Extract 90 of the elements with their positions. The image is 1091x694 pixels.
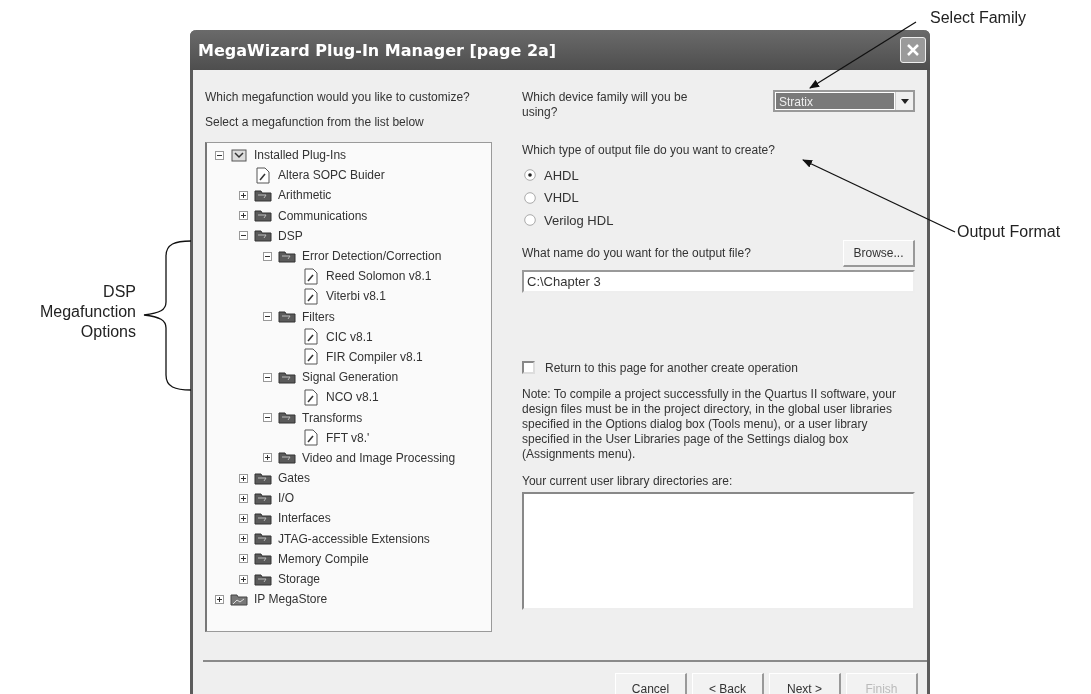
tree-item[interactable]: Viterbi v8.1 — [283, 286, 491, 307]
expand-icon[interactable] — [238, 473, 248, 483]
folder-icon — [254, 552, 272, 566]
folder-icon — [254, 532, 272, 546]
close-button[interactable] — [900, 37, 926, 63]
collapse-icon[interactable] — [214, 150, 224, 160]
tree-item[interactable]: Video and Image Processing — [259, 447, 491, 468]
tree-item[interactable]: JTAG-accessible Extensions — [235, 528, 491, 549]
document-icon — [303, 348, 319, 366]
document-icon — [303, 287, 319, 305]
window-title: MegaWizard Plug-In Manager [page 2a] — [198, 40, 557, 60]
tree-item[interactable]: I/O — [235, 488, 491, 509]
folder-icon — [254, 209, 272, 223]
tree-item[interactable]: FFT v8.' — [283, 427, 491, 448]
expand-icon[interactable] — [238, 534, 248, 544]
radio-icon[interactable] — [524, 214, 536, 227]
expand-icon[interactable] — [238, 513, 248, 523]
return-checkbox-option[interactable]: Return to this page for another create operation — [522, 360, 915, 375]
radio-option[interactable]: AHDL — [522, 164, 915, 187]
tree-item[interactable]: Memory Compile — [235, 548, 491, 569]
collapse-icon[interactable] — [262, 413, 272, 423]
folder-icon — [278, 310, 296, 324]
close-icon[interactable] — [906, 43, 920, 57]
document-icon — [255, 166, 271, 184]
hint-text: Select a megafunction from the list below — [205, 115, 425, 130]
collapse-icon[interactable] — [262, 251, 272, 261]
folder-icon — [254, 229, 272, 243]
radio-icon[interactable] — [524, 169, 536, 182]
callout-label: Output Format — [957, 222, 1061, 242]
output-name-question: What name do you want for the output file? — [522, 245, 751, 261]
expand-icon[interactable] — [238, 493, 248, 503]
radio-icon[interactable] — [524, 191, 536, 204]
libraries-label: Your current user library directories are: — [522, 473, 734, 489]
family-question: Which device family will you be using? — [522, 90, 689, 120]
collapse-icon[interactable] — [262, 372, 272, 382]
folder-icon — [230, 592, 248, 606]
collapse-icon[interactable] — [262, 312, 272, 322]
expand-icon[interactable] — [238, 554, 248, 564]
expand-icon[interactable] — [238, 190, 248, 200]
folder-icon — [278, 451, 296, 465]
folder-icon — [278, 411, 296, 425]
tree-item[interactable]: Transforms — [259, 407, 491, 428]
tree-item[interactable]: FIR Compiler v8.1 — [283, 346, 491, 368]
tree-item[interactable]: Error Detection/Correction — [259, 245, 491, 267]
expand-icon[interactable] — [214, 594, 224, 604]
question-text: Which megafunction would you like to customize? — [205, 90, 471, 105]
tree-item[interactable]: Signal Generation — [259, 367, 491, 388]
tree-item[interactable]: Communications — [235, 205, 491, 226]
folder-icon — [278, 249, 296, 263]
document-icon — [303, 388, 319, 406]
tree-item[interactable]: CIC v8.1 — [283, 326, 491, 347]
wizard-button[interactable]: < Back — [692, 673, 764, 694]
family-dropdown[interactable]: Stratix — [773, 90, 915, 112]
tree-item[interactable]: NCO v8.1 — [283, 387, 491, 408]
callout-label: DSP Megafunction Options — [38, 282, 136, 342]
tree-item[interactable]: Interfaces — [235, 508, 491, 529]
folder-icon — [254, 491, 272, 505]
tree-item[interactable]: Altera SOPC Buider — [235, 165, 491, 186]
radio-option[interactable]: Verilog HDL — [522, 209, 915, 232]
folder-icon — [254, 511, 272, 525]
tree-item[interactable]: Installed Plug-Ins — [211, 145, 491, 166]
collapse-icon[interactable] — [238, 231, 248, 241]
folder-icon — [254, 188, 272, 202]
tree-item[interactable]: Reed Solomon v8.1 — [283, 266, 491, 287]
document-icon — [303, 429, 319, 447]
expand-icon[interactable] — [262, 453, 272, 463]
tree-item[interactable]: Filters — [259, 306, 491, 327]
output-type-question: Which type of output file do you want to create? — [522, 143, 776, 158]
folder-icon — [278, 370, 296, 384]
note-text: Note: To compile a project successfully in the Quartus II software, your design files must be in the project directory, in the global user libraries specified in the Options dialog box (Tools menu), or a user library specified in the User Libraries page of the Settings dialog box (Assignments menu). — [522, 386, 897, 462]
document-icon — [303, 267, 319, 285]
tree-item[interactable]: Storage — [235, 568, 491, 590]
wizard-button[interactable]: Cancel — [615, 673, 687, 694]
wizard-button[interactable]: Next > — [769, 673, 841, 694]
tree-item[interactable]: Arithmetic — [235, 185, 491, 206]
output-file-field[interactable]: C:\Chapter 3 — [522, 269, 915, 293]
document-icon — [303, 328, 319, 346]
folder-icon — [254, 572, 272, 586]
checkbox[interactable] — [522, 361, 535, 374]
expand-icon[interactable] — [238, 211, 248, 221]
browse-button[interactable]: Browse... — [843, 239, 915, 267]
tree-item[interactable]: Gates — [235, 468, 491, 489]
folder-icon — [254, 471, 272, 485]
radio-option[interactable]: VHDL — [522, 186, 915, 209]
callout-label: Select Family — [930, 8, 1027, 28]
tree-item[interactable]: DSP — [235, 225, 491, 246]
tree-item[interactable]: IP MegaStore — [211, 589, 491, 610]
caret-icon[interactable] — [900, 98, 909, 104]
expand-icon[interactable] — [238, 574, 248, 584]
plug-ins-icon — [231, 148, 247, 163]
